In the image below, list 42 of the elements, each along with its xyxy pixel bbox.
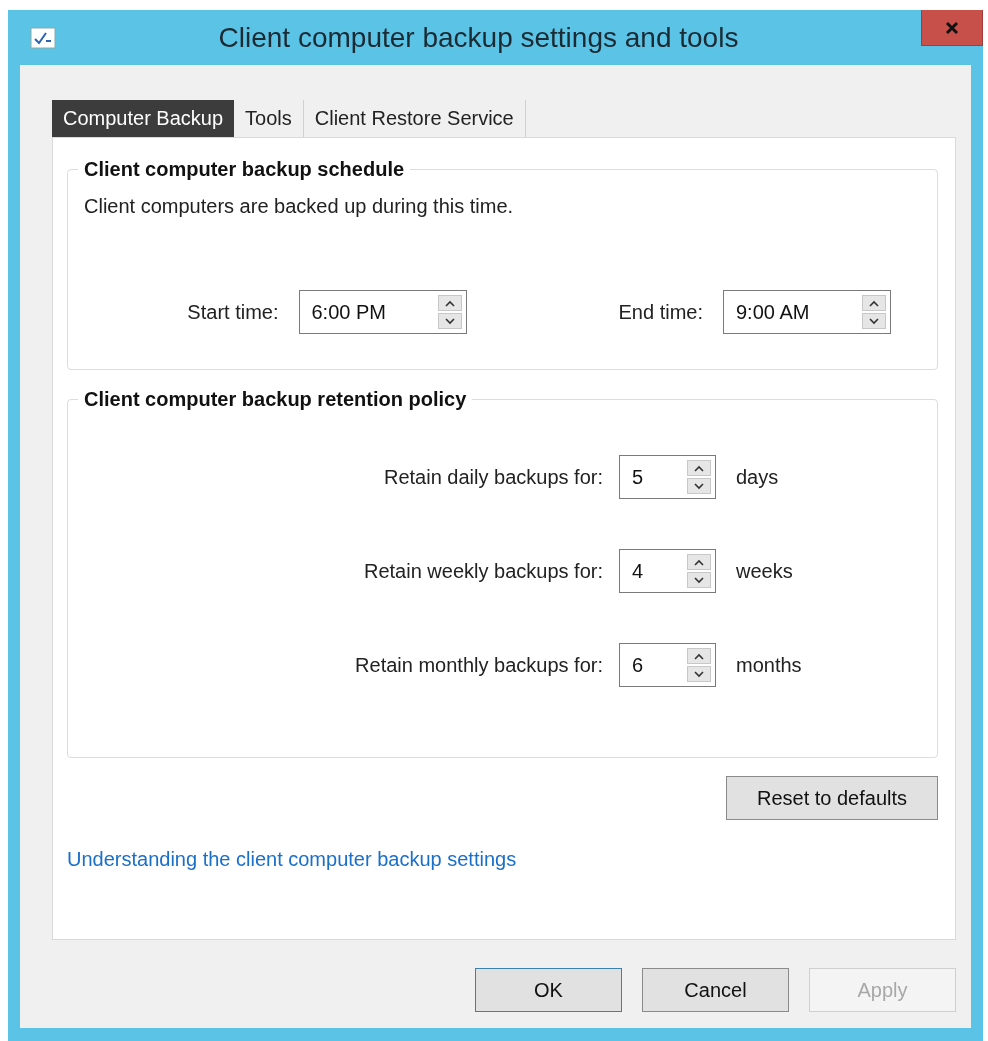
spin-down-button[interactable] [437, 313, 462, 329]
down-caret-icon [694, 576, 704, 584]
up-caret-icon [694, 464, 704, 472]
up-caret-icon [694, 558, 704, 566]
up-caret-icon [444, 299, 455, 307]
field-label: Retain daily backups for: [384, 465, 603, 489]
group-title: Client computer backup schedule [83, 158, 406, 181]
down-caret-icon [694, 670, 704, 678]
down-caret-icon [694, 482, 704, 490]
spin-down-button[interactable] [687, 666, 711, 682]
dialog-button[interactable]: Cancel [642, 968, 789, 1012]
description-text: Client computers are backed up during this time. [84, 195, 515, 218]
field-label: End time: [618, 300, 703, 324]
spin-field[interactable]: 6:00 PM [298, 290, 467, 334]
close-icon [945, 20, 959, 35]
close-button[interactable] [921, 10, 983, 46]
dialog-button[interactable]: OK [475, 968, 622, 1012]
spin-field[interactable]: 9:00 AM [723, 290, 891, 334]
spin-down-button[interactable] [687, 478, 711, 494]
checklist-app-icon [30, 26, 56, 49]
unit-label: months [735, 653, 803, 677]
spin-up-button[interactable] [687, 648, 711, 664]
tab[interactable]: Computer Backup [52, 100, 235, 137]
spin-up-button[interactable] [437, 295, 462, 311]
unit-label: weeks [735, 559, 794, 583]
down-caret-icon [869, 317, 879, 325]
spin-down-button[interactable] [687, 572, 711, 588]
field-label: Retain monthly backups for: [355, 653, 603, 677]
spin-up-button[interactable] [687, 460, 711, 476]
field-label: Retain weekly backups for: [364, 559, 603, 583]
up-caret-icon [694, 652, 704, 660]
group-title: Client computer backup retention policy [83, 388, 468, 411]
spin-down-button[interactable] [862, 313, 886, 329]
field-label: Start time: [187, 300, 279, 324]
spin-up-button[interactable] [862, 295, 886, 311]
window-title: Client computer backup settings and tools [217, 21, 740, 54]
spin-up-button[interactable] [687, 554, 711, 570]
help-link[interactable]: Understanding the client computer backup settings [67, 848, 517, 871]
up-caret-icon [869, 299, 879, 307]
down-caret-icon [444, 317, 455, 325]
unit-label: days [735, 465, 780, 489]
reset-button[interactable]: Reset to defaults [726, 776, 938, 820]
